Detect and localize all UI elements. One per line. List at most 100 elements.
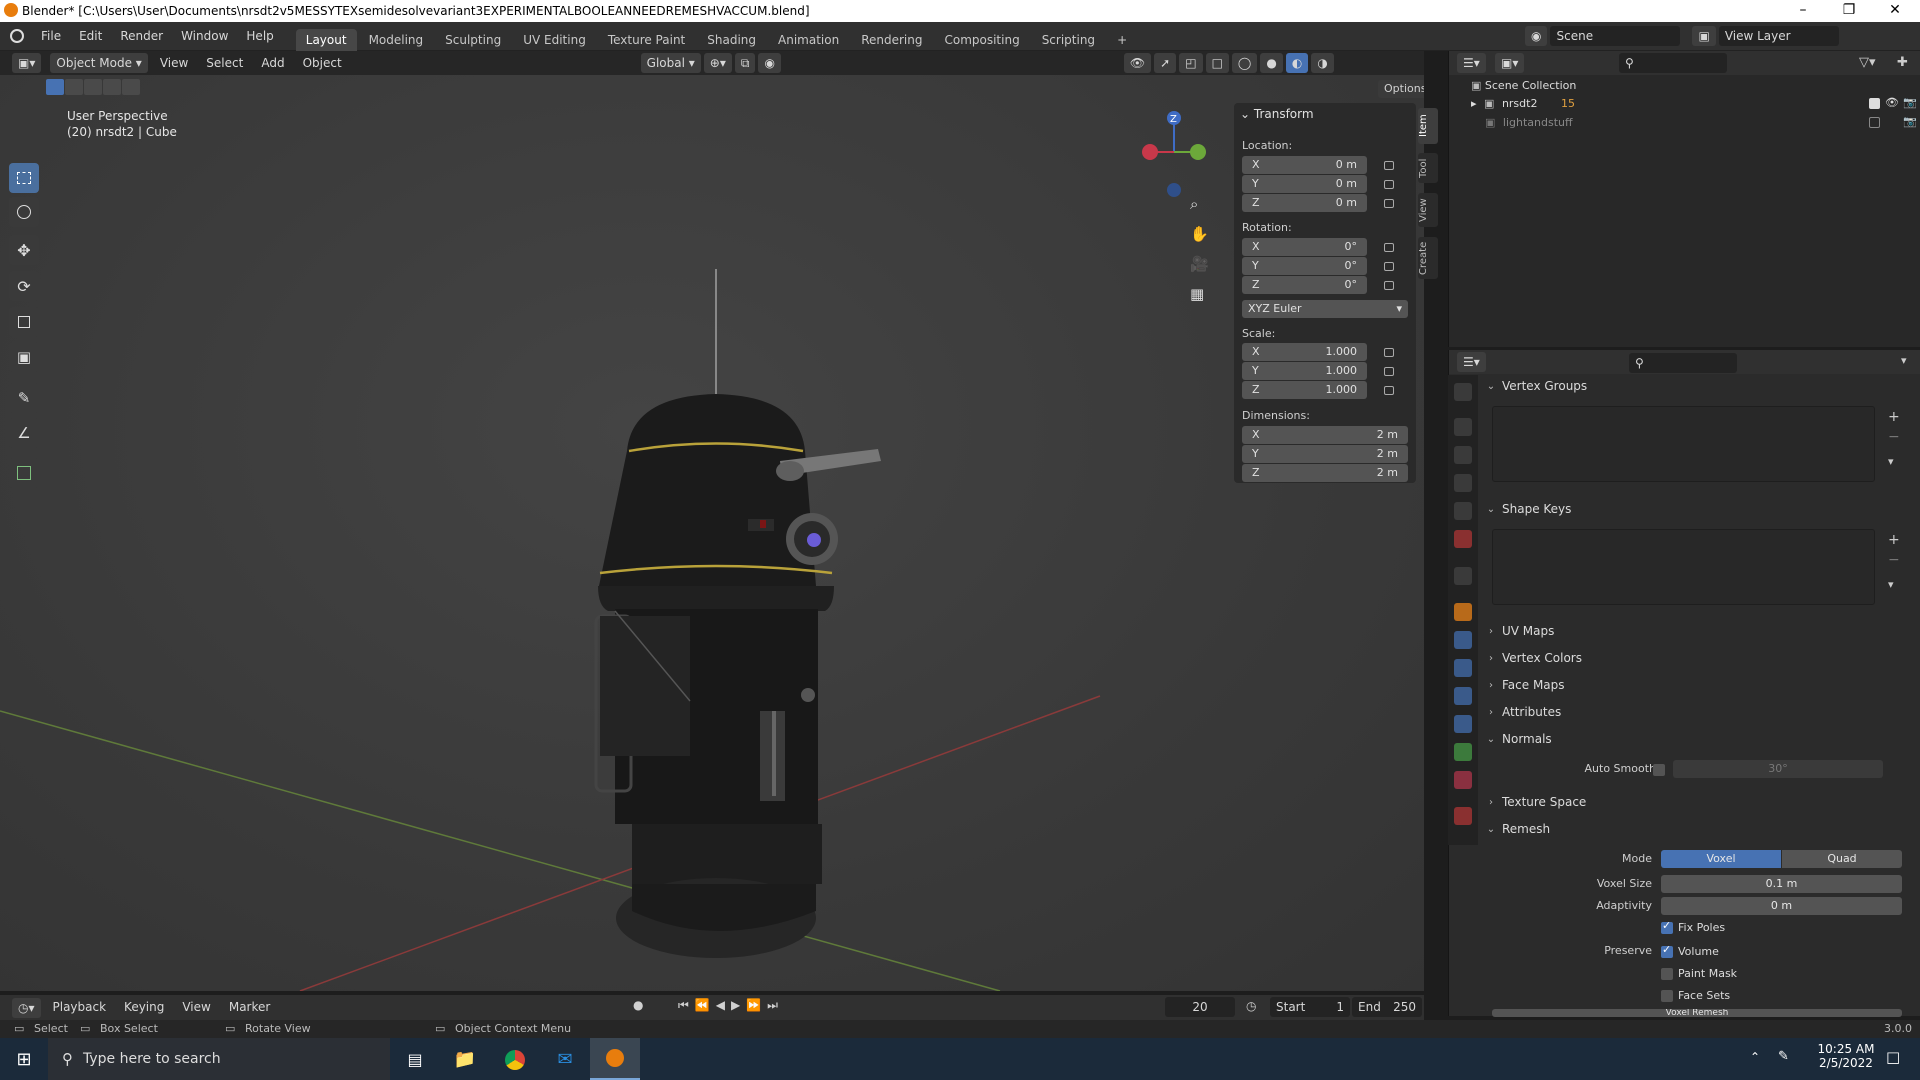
shading-rendered-icon[interactable]: ◑ [1311, 53, 1334, 73]
select-mode-intersect-icon[interactable] [122, 79, 140, 95]
scale-x-field[interactable]: X 1.000 [1242, 343, 1367, 361]
outliner-row-nrsdt2[interactable]: ▸ ▣ nrsdt2 15 👁 📷 [1471, 96, 1920, 115]
close-icon[interactable]: ✕ [1872, 0, 1918, 22]
attributes-panel[interactable]: › Attributes [1484, 701, 1894, 723]
preserve-face-sets-checkbox[interactable] [1661, 990, 1673, 1002]
camera-icon[interactable]: 📷 [1903, 115, 1917, 128]
timeline-menu-view[interactable]: View [173, 995, 219, 1020]
ortho-grid-icon[interactable]: ▦ [1190, 285, 1204, 303]
timeline-menu-marker[interactable]: Marker [220, 995, 279, 1020]
auto-smooth-angle-field[interactable]: 30° [1673, 760, 1883, 778]
constraints-tab-icon[interactable] [1454, 715, 1472, 733]
data-tab-icon[interactable] [1454, 743, 1472, 761]
lock-icon[interactable] [1384, 161, 1394, 170]
vertex-colors-panel[interactable]: › Vertex Colors [1484, 647, 1894, 669]
menu-render[interactable]: Render [111, 22, 172, 51]
physics-tab-icon[interactable] [1454, 687, 1472, 705]
eye-icon[interactable]: 👁 [1885, 96, 1899, 109]
tool-tab-icon[interactable] [1454, 383, 1472, 401]
scale-y-field[interactable]: Y 1.000 [1242, 362, 1367, 380]
shape-keys-panel[interactable]: ⌄ Shape Keys [1484, 498, 1894, 520]
voxel-size-field[interactable]: 0.1 m [1661, 875, 1902, 893]
taskbar-search-box[interactable]: ⚲ Type here to search [48, 1038, 390, 1080]
properties-editor-icon[interactable]: ☰▾ [1457, 352, 1486, 372]
tab-compositing[interactable]: Compositing [934, 29, 1029, 51]
world-tab-icon[interactable] [1454, 530, 1472, 548]
transform-orientation-dropdown[interactable]: Global ▾ [640, 53, 701, 73]
face-maps-panel[interactable]: › Face Maps [1484, 674, 1894, 696]
lock-icon[interactable] [1384, 386, 1394, 395]
select-box-tool[interactable] [9, 163, 39, 193]
playback-controls[interactable]: ⏮⏪◀▶⏩⏭ [678, 998, 784, 1013]
remove-icon[interactable]: − [1888, 429, 1900, 445]
rotation-y-field[interactable]: Y 0° [1242, 257, 1367, 275]
transform-tool[interactable]: ▣ [9, 342, 39, 372]
location-z-field[interactable]: Z 0 m [1242, 194, 1367, 212]
windows-start-icon[interactable]: ⊞ [0, 1049, 48, 1070]
remesh-panel[interactable]: ⌄ Remesh [1484, 818, 1894, 840]
add-icon[interactable]: + [1888, 532, 1900, 548]
gizmo-toggle-icon[interactable]: ➚ [1154, 53, 1177, 73]
chevron-down-icon[interactable]: ▾ [1888, 455, 1894, 468]
menu-help[interactable]: Help [237, 22, 282, 51]
restore-icon[interactable]: ❐ [1826, 0, 1872, 22]
object-tab-icon[interactable] [1454, 603, 1472, 621]
mode-voxel-button[interactable]: Voxel [1661, 850, 1781, 868]
menu-edit[interactable]: Edit [70, 22, 111, 51]
record-icon[interactable]: ● [633, 998, 643, 1012]
scale-tool[interactable] [9, 307, 39, 337]
modifier-tab-icon[interactable] [1454, 631, 1472, 649]
fix-poles-checkbox[interactable] [1661, 919, 1673, 934]
preserve-paint-mask-checkbox[interactable] [1661, 968, 1673, 980]
tab-shading[interactable]: Shading [697, 29, 766, 51]
select-mode-subtract-icon[interactable] [84, 79, 102, 95]
chevron-down-icon[interactable]: ▾ [1888, 578, 1894, 591]
camera-icon[interactable]: 📷 [1903, 96, 1917, 109]
adaptivity-field[interactable]: 0 m [1661, 897, 1902, 915]
view-layer-field[interactable]: View Layer [1718, 26, 1839, 46]
scene-collection-row[interactable]: ▣ Scene Collection [1471, 79, 1576, 92]
proportional-edit-icon[interactable]: ◉ [758, 53, 781, 73]
measure-tool[interactable]: ∠ [9, 418, 39, 448]
scale-z-field[interactable]: Z 1.000 [1242, 381, 1367, 399]
voxel-remesh-button[interactable]: Voxel Remesh [1492, 1009, 1902, 1017]
mail-icon[interactable]: ✉ [540, 1049, 590, 1070]
shading-wireframe-icon[interactable]: ◯ [1231, 53, 1258, 73]
lock-icon[interactable] [1384, 262, 1394, 271]
rotation-mode-dropdown[interactable]: XYZ Euler ▾ [1242, 300, 1408, 318]
tab-animation[interactable]: Animation [768, 29, 849, 51]
output-tab-icon[interactable] [1454, 446, 1472, 464]
task-view-icon[interactable]: ▤ [390, 1050, 440, 1069]
texture-space-panel[interactable]: › Texture Space [1484, 791, 1894, 813]
pen-icon[interactable]: ✎ [1778, 1049, 1789, 1064]
zoom-icon[interactable]: ⌕ [1190, 195, 1198, 213]
select-mode-new-icon[interactable] [46, 79, 64, 95]
menu-file[interactable]: File [32, 22, 70, 51]
cursor-tool[interactable] [9, 197, 39, 227]
exclude-checkbox[interactable] [1869, 117, 1880, 128]
add-workspace-button[interactable]: + [1107, 29, 1137, 51]
editor-type-icon[interactable]: ▣▾ [12, 53, 42, 73]
dimensions-y-field[interactable]: Y 2 m [1242, 445, 1408, 463]
tab-modeling[interactable]: Modeling [359, 29, 434, 51]
shading-solid-icon[interactable]: ● [1260, 53, 1283, 73]
overlay-toggle-icon[interactable]: ◰ [1179, 53, 1203, 73]
chevron-down-icon[interactable]: ▾ [1901, 354, 1907, 367]
rotation-z-field[interactable]: Z 0° [1242, 276, 1367, 294]
tab-sculpting[interactable]: Sculpting [435, 29, 511, 51]
filter-icon[interactable]: ▽▾ [1859, 55, 1876, 70]
tray-chevron-up-icon[interactable]: ⌃ [1750, 1050, 1760, 1064]
viewport-menu-add[interactable]: Add [252, 51, 293, 75]
lock-icon[interactable] [1384, 180, 1394, 189]
menu-window[interactable]: Window [172, 22, 237, 51]
timeline-menu-playback[interactable]: Playback [44, 995, 116, 1020]
move-tool[interactable]: ✥ [9, 235, 39, 265]
lock-icon[interactable] [1384, 199, 1394, 208]
file-explorer-icon[interactable]: 📁 [440, 1049, 490, 1070]
tab-scripting[interactable]: Scripting [1032, 29, 1105, 51]
normals-panel[interactable]: ⌄ Normals [1484, 728, 1894, 750]
view-layer-icon[interactable]: ▣ [1692, 26, 1716, 46]
sidebar-tab-view[interactable]: View [1418, 193, 1438, 227]
object-mode-dropdown[interactable]: Object Mode ▾ [50, 53, 148, 73]
tab-uv-editing[interactable]: UV Editing [513, 29, 596, 51]
